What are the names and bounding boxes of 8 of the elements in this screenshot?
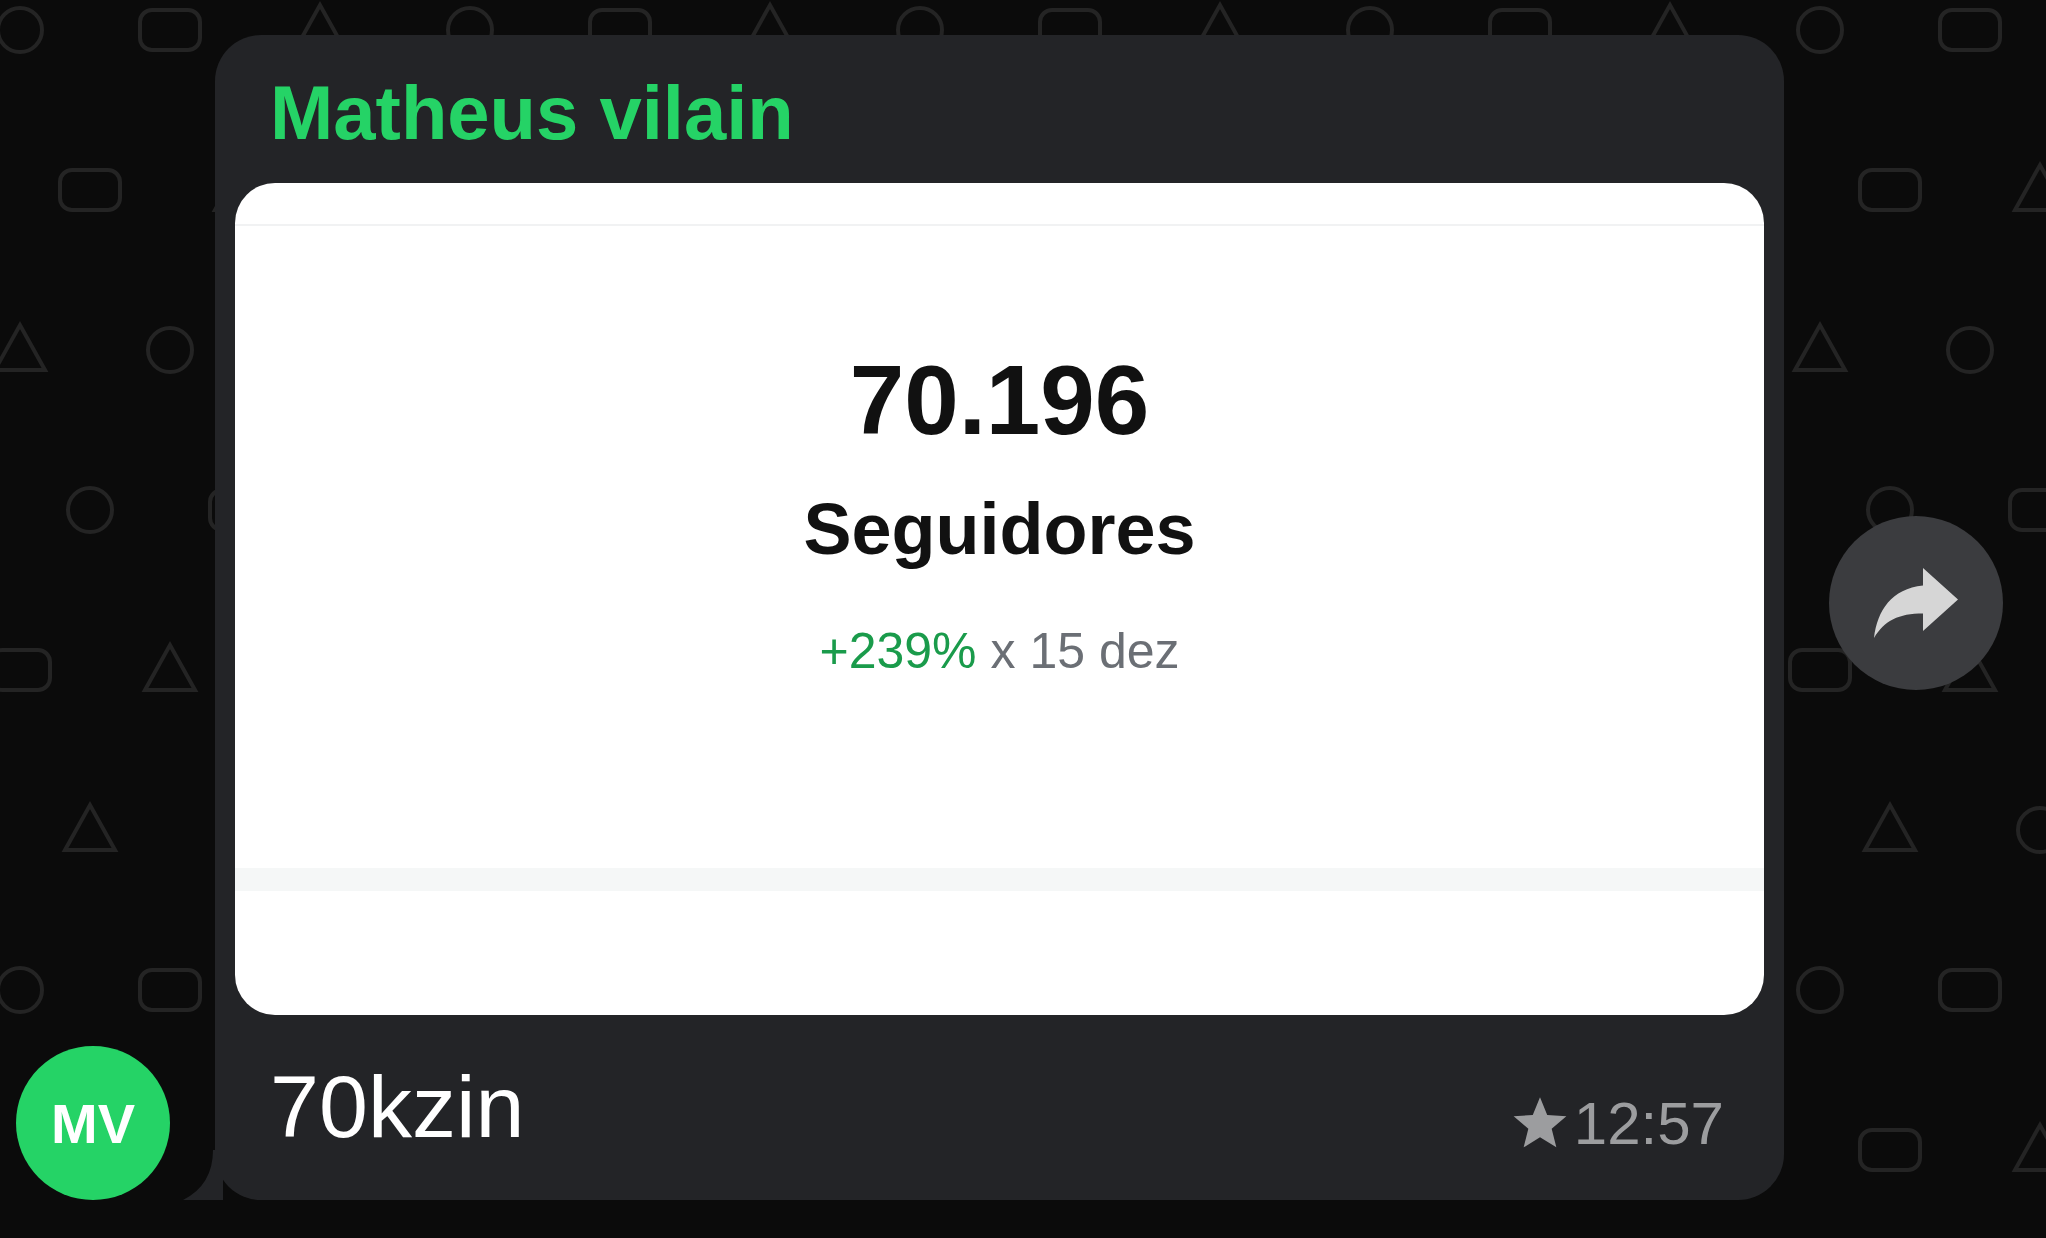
forward-icon	[1874, 567, 1958, 638]
message-caption: 70kzin	[270, 1056, 525, 1158]
follower-count: 70.196	[849, 344, 1150, 457]
growth-percent: +239%	[819, 622, 977, 680]
sender-name[interactable]: Matheus vilain	[235, 35, 1764, 183]
message-time: 12:57	[1573, 1089, 1724, 1158]
followers-label: Seguidores	[803, 487, 1196, 571]
comparison-date: x 15 dez	[990, 622, 1180, 680]
